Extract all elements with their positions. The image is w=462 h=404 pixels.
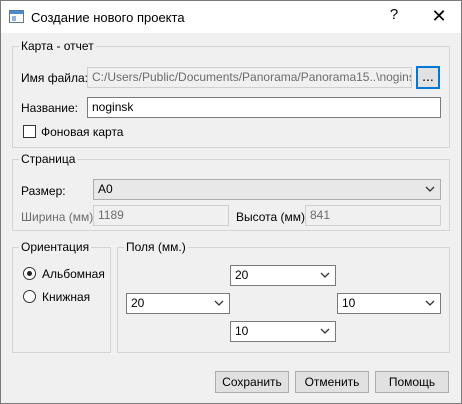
width-label: Ширина (мм): <box>21 210 97 224</box>
page-width-field: 1189 <box>93 205 229 226</box>
app-window-icon <box>9 10 24 23</box>
chevron-down-icon <box>320 272 330 278</box>
map-report-legend: Карта - отчет <box>21 39 94 53</box>
margin-left-select[interactable]: 20 <box>126 293 230 314</box>
help-button[interactable]: Помощь <box>375 371 449 393</box>
height-label: Высота (мм): <box>236 210 309 224</box>
size-label: Размер: <box>21 184 66 198</box>
page-size-value: A0 <box>98 182 113 196</box>
background-map-checkbox[interactable] <box>23 125 36 138</box>
portrait-radio[interactable] <box>23 290 36 303</box>
dialog-title: Создание нового проекта <box>31 10 185 25</box>
dialog-window: Создание нового проекта ? ✕ Карта - отче… <box>0 0 462 404</box>
portrait-label[interactable]: Книжная <box>42 290 90 304</box>
orientation-legend: Ориентация <box>21 240 90 254</box>
chevron-down-icon <box>425 300 435 306</box>
margin-right-select[interactable]: 10 <box>337 293 441 314</box>
page-legend: Страница <box>21 152 76 166</box>
cancel-button[interactable]: Отменить <box>295 371 369 393</box>
help-title-button[interactable]: ? <box>385 6 403 26</box>
chevron-down-icon <box>425 186 435 192</box>
page-height-field: 841 <box>305 205 441 226</box>
page-size-select[interactable]: A0 <box>93 179 441 200</box>
landscape-label[interactable]: Альбомная <box>42 267 105 281</box>
close-icon[interactable]: ✕ <box>429 5 449 27</box>
landscape-radio[interactable] <box>23 267 36 280</box>
project-name-input[interactable]: noginsk <box>87 97 441 118</box>
file-name-label: Имя файла: <box>21 71 88 85</box>
margins-legend: Поля (мм.) <box>126 240 186 254</box>
margin-bottom-value: 10 <box>235 324 249 338</box>
margin-left-value: 20 <box>131 296 145 310</box>
margin-top-value: 20 <box>235 268 249 282</box>
file-path-field[interactable]: C:/Users/Public/Documents/Panorama/Panor… <box>87 67 412 88</box>
save-button[interactable]: Сохранить <box>215 371 289 393</box>
margin-right-value: 10 <box>342 296 356 310</box>
background-map-label[interactable]: Фоновая карта <box>41 125 123 139</box>
chevron-down-icon <box>320 328 330 334</box>
margin-top-select[interactable]: 20 <box>230 265 336 286</box>
margin-bottom-select[interactable]: 10 <box>230 321 336 342</box>
title-bar: Создание нового проекта ? ✕ <box>1 1 461 33</box>
browse-button[interactable]: ... <box>416 66 440 89</box>
project-name-label: Название: <box>21 101 78 115</box>
chevron-down-icon <box>214 300 224 306</box>
